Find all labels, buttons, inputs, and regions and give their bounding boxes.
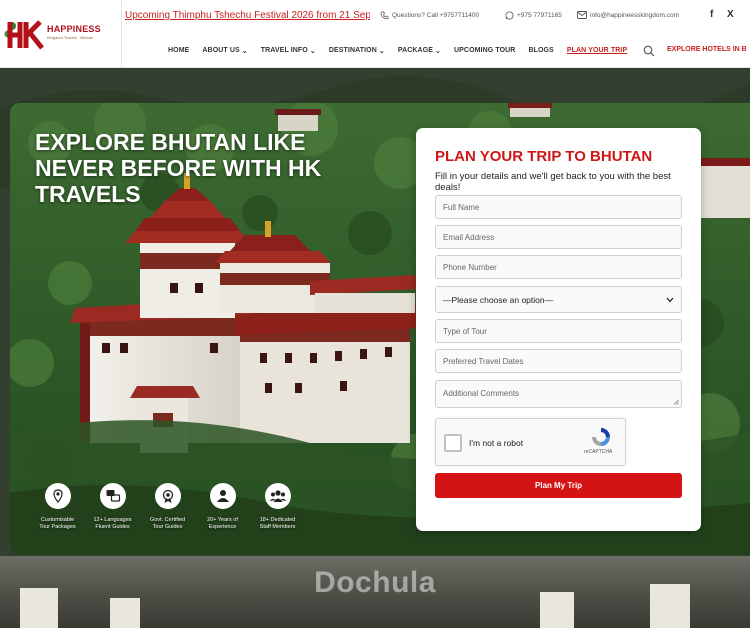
- comments-textarea[interactable]: Additional Comments: [435, 380, 682, 408]
- recaptcha-label: I'm not a robot: [469, 438, 524, 448]
- feature-item: 18+ Dedicated Staff Members: [250, 483, 305, 531]
- nav-destination-label: DESTINATION: [328, 46, 377, 54]
- phone-icon: [380, 11, 389, 20]
- feature-line2: Tour Packages: [39, 524, 76, 530]
- language-icon: [99, 483, 126, 509]
- nav-plan-your-trip[interactable]: PLAN YOUR TRIP: [567, 46, 627, 54]
- header-divider: [121, 0, 122, 68]
- recaptcha-checkbox[interactable]: [444, 434, 462, 452]
- chevron-down-icon: ⌄: [378, 48, 385, 55]
- nav-package[interactable]: PACKAGE ⌄: [397, 46, 441, 56]
- option-select[interactable]: —Please choose an option—: [435, 286, 682, 313]
- feature-line2: Experience: [208, 524, 237, 530]
- site-logo[interactable]: HAPPINESS Kingdom Travels · Bhutan: [2, 16, 120, 52]
- phone-text: Questions? Call +9757711400: [392, 12, 480, 19]
- recaptcha-logo-icon: [592, 428, 610, 446]
- x-twitter-icon[interactable]: X: [727, 9, 734, 20]
- logo-tagline: Kingdom Travels · Bhutan: [47, 35, 94, 40]
- email-input[interactable]: Email Address: [435, 225, 682, 249]
- chevron-down-icon: ⌄: [309, 48, 316, 55]
- chevron-down-icon: [666, 297, 674, 302]
- search-icon: [643, 45, 655, 57]
- map-pin-icon: [44, 483, 71, 509]
- select-value: —Please choose an option—: [443, 294, 554, 305]
- logo-mark-icon: [4, 20, 44, 50]
- nav-blogs-label: BLOGS: [528, 46, 554, 54]
- nav-about-label: ABOUT US: [202, 46, 240, 54]
- logo-name: HAPPINESS: [47, 24, 101, 34]
- certified-badge-icon: [154, 483, 181, 509]
- form-subtitle: Fill in your details and we'll get back …: [435, 171, 671, 193]
- section-title: Dochula: [314, 566, 436, 599]
- feature-line1: Customisable: [40, 517, 75, 523]
- main-nav: HOME ABOUT US ⌄ TRAVEL INFO ⌄ DESTINATION ⌄…: [168, 46, 640, 56]
- whatsapp-contact[interactable]: +975 77971165: [505, 11, 562, 20]
- feature-line1: Govt. Certified: [149, 517, 186, 523]
- feature-list: Customisable Tour Packages 12+ Languages…: [30, 483, 305, 531]
- chevron-down-icon: ⌄: [241, 48, 248, 55]
- nav-about-us[interactable]: ABOUT US ⌄: [202, 46, 248, 56]
- feature-item: 20+ Years of Experience: [195, 483, 250, 531]
- trip-form: PLAN YOUR TRIP TO BHUTAN Fill in your de…: [416, 128, 701, 531]
- whatsapp-number: +975 77971165: [517, 12, 562, 19]
- nav-blogs[interactable]: BLOGS: [528, 46, 553, 54]
- feature-item: 12+ Languages Fluent Guides: [85, 483, 140, 531]
- recaptcha-brand: reCAPTCHA: [584, 449, 613, 455]
- mail-icon: [577, 11, 587, 19]
- team-icon: [264, 483, 291, 509]
- resize-grip-icon[interactable]: [673, 399, 679, 405]
- full-name-input[interactable]: Full Name: [435, 195, 682, 219]
- feature-item: Customisable Tour Packages: [30, 483, 85, 531]
- feature-line1: 12+ Languages: [93, 517, 132, 523]
- search-button[interactable]: [643, 44, 655, 62]
- hero-title: EXPLORE BHUTAN LIKE NEVER BEFORE WITH HK…: [35, 129, 322, 207]
- email-address: info@happineesskingdom.com: [590, 11, 679, 19]
- phone-contact[interactable]: Questions? Call +9757711400: [380, 11, 479, 20]
- feature-line1: 20+ Years of: [207, 517, 238, 523]
- feature-line2: Tour Guides: [152, 524, 183, 530]
- explore-hotels-link[interactable]: EXPLORE HOTELS IN B: [667, 46, 747, 53]
- form-title: PLAN YOUR TRIP TO BHUTAN: [435, 148, 653, 165]
- recaptcha-widget: I'm not a robot reCAPTCHA: [435, 418, 626, 466]
- nav-travel-info-label: TRAVEL INFO: [260, 46, 308, 54]
- facebook-icon[interactable]: f: [710, 9, 713, 20]
- plan-my-trip-button[interactable]: Plan My Trip: [435, 473, 682, 498]
- feature-item: Govt. Certified Tour Guides: [140, 483, 195, 531]
- phone-input[interactable]: Phone Number: [435, 255, 682, 279]
- nav-upcoming-label: UPCOMING TOUR: [453, 46, 516, 54]
- nav-plan-label: PLAN YOUR TRIP: [566, 46, 628, 54]
- nav-upcoming-tour[interactable]: UPCOMING TOUR: [454, 46, 515, 54]
- feature-line2: Staff Members: [259, 524, 296, 530]
- chevron-down-icon: ⌄: [435, 48, 441, 55]
- tour-type-input[interactable]: Type of Tour: [435, 319, 682, 343]
- feature-line1: 18+ Dedicated: [259, 517, 296, 523]
- whatsapp-icon: [505, 11, 514, 20]
- nav-travel-info[interactable]: TRAVEL INFO ⌄: [260, 46, 316, 56]
- experience-icon: [209, 483, 236, 509]
- feature-line2: Fluent Guides: [95, 524, 130, 530]
- nav-destination[interactable]: DESTINATION ⌄: [328, 46, 385, 56]
- chorten-shape: [110, 598, 140, 628]
- email-contact[interactable]: info@happineesskingdom.com: [577, 11, 679, 19]
- travel-dates-input[interactable]: Preferred Travel Dates: [435, 349, 682, 373]
- nav-package-label: PACKAGE: [397, 46, 434, 54]
- site-header: HAPPINESS Kingdom Travels · Bhutan Upcom…: [0, 0, 750, 68]
- comments-placeholder: Additional Comments: [443, 389, 520, 398]
- announcement-ticker[interactable]: Upcoming Thimphu Tshechu Festival 2026 f…: [125, 10, 370, 21]
- nav-home[interactable]: HOME: [168, 46, 189, 54]
- nav-home-label: HOME: [168, 46, 190, 54]
